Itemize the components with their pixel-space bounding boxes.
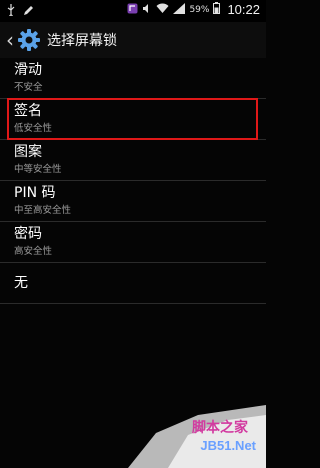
edit-icon xyxy=(23,5,34,19)
signal-icon xyxy=(173,2,186,17)
battery-percent: 59% xyxy=(189,4,210,15)
settings-gear-icon[interactable] xyxy=(17,28,41,52)
page-title: 选择屏幕锁 xyxy=(47,33,117,49)
notification-icon xyxy=(127,3,138,17)
status-right: 59% 10:22 xyxy=(127,2,260,17)
status-left xyxy=(6,4,34,19)
watermark-text: 脚本之家 xyxy=(192,420,248,436)
lock-option-none[interactable]: 无 xyxy=(0,263,266,304)
lock-option-pattern[interactable]: 图案 中等安全性 xyxy=(0,140,266,181)
lock-option-list: 滑动 不安全 签名 低安全性 图案 中等安全性 PIN 码 中至高安全性 密码 … xyxy=(0,58,266,304)
lock-option-title: 签名 xyxy=(14,103,42,119)
watermark-url: JB51.Net xyxy=(200,438,256,453)
wifi-icon xyxy=(156,3,169,17)
watermark: 脚本之家 JB51.Net xyxy=(128,405,266,468)
lock-option-subtitle: 中等安全性 xyxy=(14,164,62,175)
back-chevron-icon[interactable]: ‹ xyxy=(6,30,14,50)
lock-option-pin[interactable]: PIN 码 中至高安全性 xyxy=(0,181,266,222)
lock-option-title: 图案 xyxy=(14,144,42,160)
mute-icon xyxy=(142,3,152,17)
lock-option-title: 无 xyxy=(14,274,28,291)
lock-option-swipe[interactable]: 滑动 不安全 xyxy=(0,58,266,99)
lock-option-subtitle: 低安全性 xyxy=(14,123,53,134)
lock-option-password[interactable]: 密码 高安全性 xyxy=(0,222,266,263)
lock-option-signature[interactable]: 签名 低安全性 xyxy=(0,99,266,140)
app-header: ‹ 选择屏幕锁 xyxy=(0,22,266,58)
status-time: 10:22 xyxy=(227,2,260,17)
lock-option-title: 滑动 xyxy=(14,62,42,78)
lock-option-subtitle: 不安全 xyxy=(14,82,43,93)
usb-icon xyxy=(6,4,16,19)
battery-icon xyxy=(213,2,221,17)
lock-option-subtitle: 高安全性 xyxy=(14,246,53,257)
status-bar: 59% 10:22 xyxy=(0,0,266,23)
lock-option-subtitle: 中至高安全性 xyxy=(14,205,72,216)
lock-option-title: PIN 码 xyxy=(14,185,56,201)
lock-option-title: 密码 xyxy=(14,226,42,242)
